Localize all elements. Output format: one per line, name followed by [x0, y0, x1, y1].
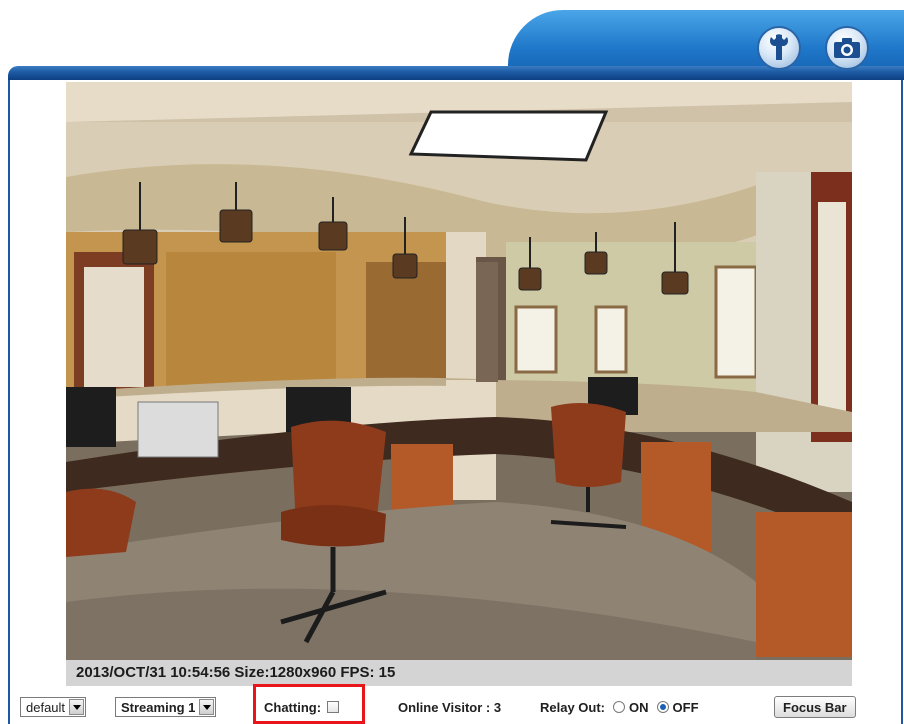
settings-button[interactable]	[757, 26, 801, 70]
chatting-label: Chatting:	[264, 699, 322, 715]
relay-off-label: OFF	[672, 699, 699, 715]
chevron-down-icon[interactable]	[199, 699, 215, 715]
stream-select-value: Streaming 1	[121, 699, 196, 715]
chatting-control: Chatting:	[264, 696, 340, 718]
camera-video[interactable]	[66, 82, 852, 660]
online-visitor: Online Visitor : 3	[398, 699, 502, 715]
focus-bar-button[interactable]: Focus Bar	[774, 696, 856, 718]
relay-on-label: ON	[629, 699, 649, 715]
relay-out-label: Relay Out:	[540, 699, 606, 715]
stream-select[interactable]: Streaming 1	[115, 696, 217, 718]
chevron-down-icon[interactable]	[69, 699, 85, 715]
relay-out-control: Relay Out: ON OFF	[540, 696, 699, 718]
camera-icon	[834, 38, 860, 58]
profile-select-value: default	[26, 699, 66, 715]
chatting-checkbox[interactable]	[327, 701, 340, 713]
relay-on-radio[interactable]	[613, 701, 626, 713]
wrench-icon	[770, 34, 788, 60]
snapshot-button[interactable]	[825, 26, 869, 70]
relay-off-radio[interactable]	[656, 701, 669, 713]
profile-select[interactable]: default	[20, 696, 87, 718]
focus-bar-control: Focus Bar	[774, 696, 856, 718]
camera-scene	[66, 82, 852, 660]
video-status-bar: 2013/OCT/31 10:54:56 Size:1280x960 FPS: …	[66, 660, 852, 686]
